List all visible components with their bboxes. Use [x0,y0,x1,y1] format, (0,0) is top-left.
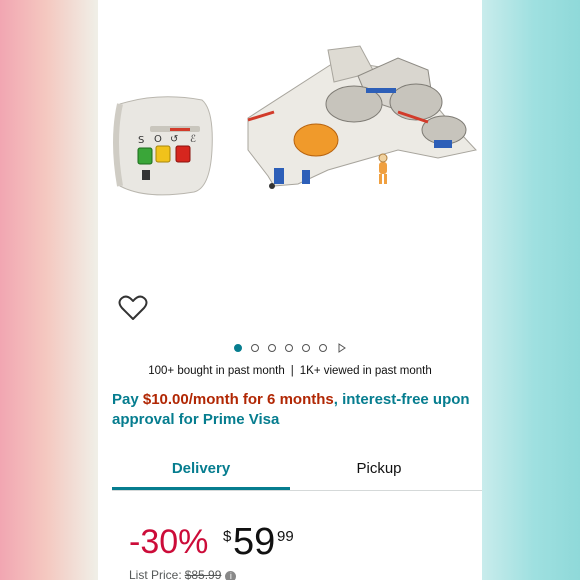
carousel-dot[interactable] [233,344,242,352]
remote-control-image: S O ↺ ℰ [113,96,213,196]
space-jet-image [247,45,477,189]
product-detail-panel: S O ↺ ℰ 100+ bought in past month | 1K+ … [98,0,482,580]
stats-separator: | [290,365,294,377]
social-proof-text: 100+ bought in past month | 1K+ viewed in … [98,365,482,377]
video-play-icon[interactable] [337,343,347,353]
carousel-dot[interactable] [301,344,310,352]
tab-pickup[interactable]: Pickup [290,448,468,488]
list-price-label: List Price: [129,568,182,580]
promo-amount: $10.00/month for 6 months [142,391,334,408]
product-image[interactable]: S O ↺ ℰ [98,0,482,290]
price-fraction: 99 [277,528,294,545]
tab-delivery[interactable]: Delivery [112,448,290,488]
info-icon[interactable]: i [225,571,237,580]
price-currency: $ [223,528,232,545]
fulfillment-tabs: Delivery Pickup [112,448,482,491]
svg-text:↺: ↺ [170,134,178,145]
carousel-dot[interactable] [318,344,327,352]
list-price: List Price: $85.99 i [129,568,237,580]
svg-text:O: O [154,134,162,145]
prime-visa-promo[interactable]: Pay $10.00/month for 6 months, interest-… [112,390,472,430]
bought-count: 100+ bought in past month [148,365,285,377]
active-tab-indicator [112,487,290,490]
viewed-count: 1K+ viewed in past month [299,365,432,377]
image-carousel-indicators [98,341,482,355]
wishlist-heart-icon[interactable] [118,294,148,322]
carousel-dot[interactable] [250,344,259,352]
svg-text:S: S [138,135,144,146]
price-whole: 59 [233,521,276,563]
promo-prefix: Pay [112,391,143,408]
list-price-value: $85.99 [184,568,222,580]
discount-percent: -30% [129,523,209,561]
svg-text:ℰ: ℰ [190,134,196,145]
carousel-dot[interactable] [267,344,276,352]
carousel-dot[interactable] [284,344,293,352]
